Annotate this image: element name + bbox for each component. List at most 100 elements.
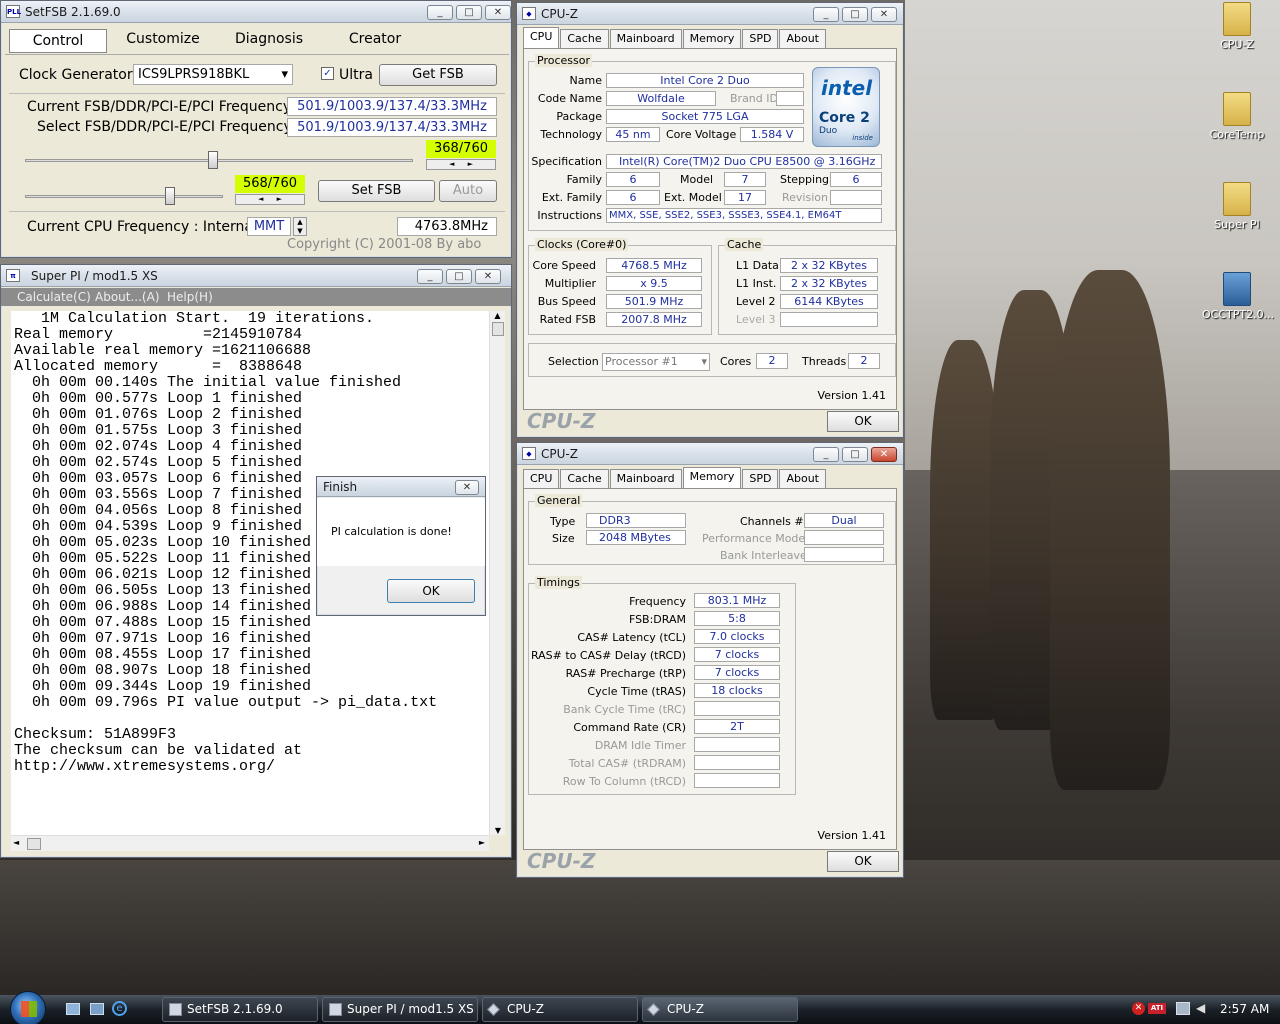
technology-value: 45 nm [606, 127, 660, 142]
finish-ok-button[interactable]: OK [387, 579, 475, 603]
tab-memory[interactable]: Memory [682, 467, 742, 489]
start-button[interactable] [10, 991, 46, 1024]
vertical-scrollbar[interactable]: ▲ ▼ [489, 311, 505, 835]
desktop-icon-coretemp[interactable]: CoreTemp [1202, 92, 1272, 141]
set-fsb-button[interactable]: Set FSB [318, 180, 435, 202]
cpuz-cpu-window: ◆ CPU-Z _ □ ✕ CPU Cache Mainboard Memory… [516, 2, 904, 438]
l1-inst-value: 2 x 32 KBytes [780, 276, 878, 291]
taskbar-item-cpuz-1[interactable]: CPU-Z [482, 997, 638, 1022]
menu-help[interactable]: Help(H) [167, 290, 213, 304]
trc-label: Bank Cycle Time (tRC) [563, 703, 686, 716]
tray-security-icon[interactable]: ✕ [1132, 1002, 1145, 1015]
tab-mainboard[interactable]: Mainboard [609, 469, 682, 489]
tray-volume-icon[interactable]: ◀ [1196, 1001, 1205, 1015]
fsb-slider[interactable] [25, 149, 413, 171]
tab-cpu[interactable]: CPU [523, 27, 560, 49]
menu-about[interactable]: About...(A) [95, 290, 160, 304]
code-name-value: Wolfdale [606, 91, 716, 106]
frequency-label: Frequency [629, 595, 686, 608]
window-title: CPU-Z [541, 447, 578, 461]
maximize-button[interactable]: □ [456, 5, 482, 20]
desktop-icon-occt[interactable]: OCCTPT2.0... [1202, 272, 1274, 321]
clock-generator-select[interactable]: ICS9LPRS918BKL ▾ [133, 64, 293, 85]
horizontal-scrollbar[interactable]: ◄ ► [11, 835, 489, 851]
cpuz-ok-button[interactable]: OK [827, 851, 899, 872]
minimize-button[interactable]: _ [427, 5, 453, 20]
trp-value: 7 clocks [694, 665, 780, 680]
ultra-checkbox[interactable]: ✓ [321, 67, 334, 80]
select-frequency-value: 501.9/1003.9/137.4/33.3MHz [287, 118, 497, 137]
fsb-slider-thumb[interactable] [208, 151, 218, 169]
quicklaunch-show-desktop-icon[interactable] [66, 1003, 80, 1015]
superpi-app-icon [329, 1003, 342, 1016]
taskbar-item-cpuz-2[interactable]: CPU-Z [642, 997, 798, 1022]
desktop-icon-cpuz[interactable]: CPU-Z [1202, 2, 1272, 51]
cache-group-title: Cache [725, 238, 764, 251]
auto-button[interactable]: Auto [439, 180, 497, 202]
output-line: 1M Calculation Start. 19 iterations. [14, 311, 375, 327]
setfsb-titlebar[interactable]: PLL SetFSB 2.1.69.0 _ □ ✕ [1, 1, 511, 23]
finish-titlebar[interactable]: Finish ✕ [317, 477, 485, 497]
maximize-button[interactable]: □ [446, 269, 472, 284]
technology-label: Technology [540, 128, 602, 141]
folder-icon [1223, 92, 1251, 126]
command-rate-label: Command Rate (CR) [573, 721, 686, 734]
tab-control[interactable]: Control [9, 29, 107, 53]
quicklaunch-switch-windows-icon[interactable] [90, 1003, 104, 1015]
performance-mode-value [804, 530, 884, 545]
tab-cpu[interactable]: CPU [523, 469, 560, 489]
taskbar-item-setfsb[interactable]: SetFSB 2.1.69.0 [162, 997, 318, 1022]
tab-customize[interactable]: Customize [111, 31, 215, 47]
pll-slider-stepper[interactable]: ◄ ► [235, 194, 305, 205]
multiplier-value: x 9.5 [606, 276, 702, 291]
setfsb-app-icon [169, 1003, 182, 1016]
get-fsb-button[interactable]: Get FSB [379, 64, 497, 86]
tab-diagnosis[interactable]: Diagnosis [217, 31, 321, 47]
pll-slider-thumb[interactable] [165, 187, 175, 205]
pll-slider[interactable] [25, 185, 223, 207]
setfsb-app-icon: PLL [6, 5, 21, 18]
tab-about[interactable]: About [779, 469, 826, 489]
close-button[interactable]: ✕ [871, 447, 897, 462]
tab-spd[interactable]: SPD [742, 469, 779, 489]
close-button[interactable]: ✕ [871, 7, 897, 22]
menu-calculate[interactable]: Calculate(C) [17, 290, 91, 304]
cpuz-ok-button[interactable]: OK [827, 411, 899, 432]
maximize-button[interactable]: □ [842, 7, 868, 22]
close-button[interactable]: ✕ [475, 269, 501, 284]
processor-select[interactable]: Processor #1 ▾ [602, 353, 710, 371]
rated-fsb-label: Rated FSB [539, 313, 596, 326]
superpi-titlebar[interactable]: π Super PI / mod1.5 XS _ □ ✕ [1, 265, 511, 287]
multiplier-label: Multiplier [544, 277, 596, 290]
quicklaunch-ie-icon[interactable]: e [112, 1001, 127, 1016]
maximize-button[interactable]: □ [842, 447, 868, 462]
cpuz-titlebar[interactable]: ◆ CPU-Z _ □ ✕ [517, 443, 903, 465]
minimize-button[interactable]: _ [417, 269, 443, 284]
tab-creator[interactable]: Creator [323, 31, 427, 47]
desktop-icon-superpi[interactable]: Super PI [1202, 182, 1272, 231]
tray-ati-icon[interactable]: ATI [1148, 1003, 1166, 1014]
tab-about[interactable]: About [779, 29, 826, 49]
minimize-button[interactable]: _ [813, 7, 839, 22]
scrollbar-thumb[interactable] [491, 322, 504, 336]
tab-cache[interactable]: Cache [560, 29, 609, 49]
folder-icon [1223, 182, 1251, 216]
mmt-spinner[interactable]: ▲ ▼ [293, 217, 307, 236]
minimize-button[interactable]: _ [813, 447, 839, 462]
fsb-slider-stepper[interactable]: ◄ ► [426, 159, 496, 170]
scrollbar-thumb[interactable] [27, 838, 41, 850]
cpuz-titlebar[interactable]: ◆ CPU-Z _ □ ✕ [517, 3, 903, 25]
output-line: http://www.xtremesystems.org/ [14, 758, 276, 775]
close-button[interactable]: ✕ [455, 480, 479, 495]
tab-spd[interactable]: SPD [742, 29, 779, 49]
tray-network-icon[interactable] [1176, 1002, 1190, 1015]
tray-clock[interactable]: 2:57 AM [1220, 1002, 1269, 1016]
cpuz-logo: CPU-Z [527, 409, 596, 433]
tab-mainboard[interactable]: Mainboard [609, 29, 682, 49]
l1-inst-label: L1 Inst. [736, 277, 777, 290]
cores-value: 2 [756, 353, 788, 369]
close-button[interactable]: ✕ [485, 5, 511, 20]
tab-memory[interactable]: Memory [682, 29, 742, 49]
taskbar-item-superpi[interactable]: Super PI / mod1.5 XS [322, 997, 478, 1022]
tab-cache[interactable]: Cache [560, 469, 609, 489]
